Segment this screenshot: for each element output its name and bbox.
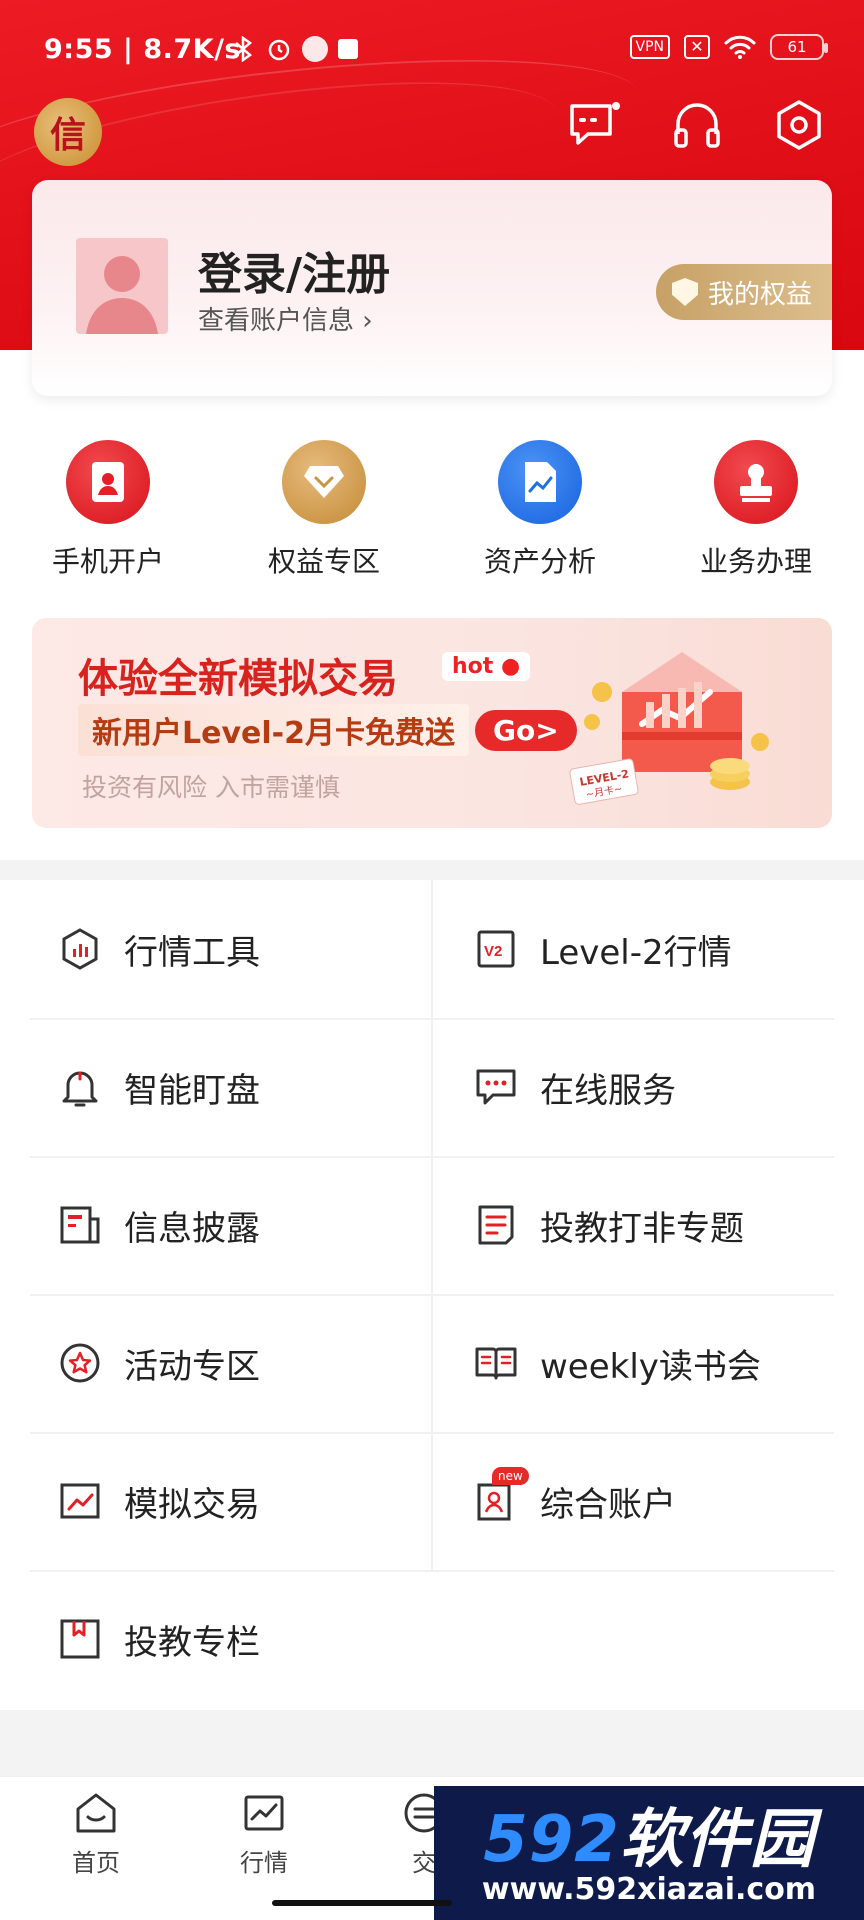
service-label: 综合账户 — [540, 1484, 676, 1525]
chart-icon — [244, 1795, 284, 1831]
chevron-right-icon: › — [362, 306, 373, 336]
news-icon — [58, 1203, 102, 1247]
battery-icon: 61 — [770, 34, 828, 60]
app-notification-icon — [302, 36, 328, 62]
id-card-icon — [66, 440, 150, 524]
service-label: 投教打非专题 — [540, 1208, 744, 1249]
document-icon — [474, 1203, 518, 1247]
login-register-title[interactable]: 登录/注册 — [198, 238, 390, 302]
quick-item-label: 资产分析 — [483, 545, 596, 578]
service-simulated-trading[interactable]: 模拟交易 — [58, 1432, 260, 1570]
brand-logo: 信 — [34, 98, 102, 166]
service-label: 智能盯盘 — [124, 1070, 260, 1111]
service-label: 活动专区 — [124, 1346, 260, 1387]
level2-icon: V2 — [474, 927, 518, 971]
message-icon[interactable] — [566, 96, 624, 154]
bookmark-icon — [58, 1617, 102, 1661]
vpn-icon: VPN — [629, 35, 670, 59]
quick-item-label: 手机开户 — [51, 545, 164, 578]
nav-label: 交 — [412, 1849, 436, 1877]
chat-icon — [474, 1065, 518, 1109]
avatar[interactable] — [76, 238, 168, 334]
service-label: 信息披露 — [124, 1208, 260, 1249]
nav-label: 行情 — [240, 1849, 288, 1877]
service-level2[interactable]: V2 Level-2行情 — [474, 880, 732, 1018]
service-label: 行情工具 — [124, 932, 260, 973]
sim-icon: ✕ — [684, 35, 710, 59]
risk-warning: 投资有风险 入市需谨慎 — [82, 773, 340, 802]
nav-label: 首页 — [72, 1849, 120, 1877]
banner-subtitle: 新用户Level-2月卡免费送 — [78, 704, 469, 756]
book-icon — [474, 1341, 518, 1385]
status-bar: 9:55 | 8.7K/s VPN ✕ 61 — [0, 28, 864, 72]
stamp-icon — [714, 440, 798, 524]
nav-home[interactable]: 首页 — [36, 1791, 156, 1878]
headset-icon[interactable] — [668, 96, 726, 154]
quick-item-asset-analysis[interactable]: 资产分析 — [432, 440, 648, 590]
banner-subtitle-row: 新用户Level-2月卡免费送 Go> — [78, 704, 577, 756]
market-tools-icon — [58, 927, 102, 971]
service-online-service[interactable]: 在线服务 — [474, 1018, 676, 1156]
new-badge: new — [492, 1467, 529, 1485]
service-market-tools[interactable]: 行情工具 — [58, 880, 260, 1018]
service-label: 在线服务 — [540, 1070, 676, 1111]
chart-doc-icon — [498, 440, 582, 524]
service-label: 模拟交易 — [124, 1484, 260, 1525]
svg-text:V2: V2 — [484, 943, 502, 960]
wifi-icon — [724, 35, 756, 59]
bell-icon — [58, 1065, 102, 1109]
quick-menu: 手机开户 权益专区 资产分析 业务办理 — [0, 440, 864, 590]
my-rights-label: 我的权益 — [708, 279, 813, 310]
diamond-icon — [282, 440, 366, 524]
service-investor-education[interactable]: 投教打非专题 — [474, 1156, 744, 1294]
quick-item-rights-zone[interactable]: 权益专区 — [216, 440, 432, 590]
account-info-label: 查看账户信息 — [198, 306, 355, 336]
services-grid: 行情工具 V2 Level-2行情 智能盯盘 在线服务 信息披露 投教打非专题 — [0, 880, 864, 1710]
account-info-link[interactable]: 查看账户信息 › — [198, 300, 373, 337]
service-weekly-reading[interactable]: weekly读书会 — [474, 1294, 761, 1432]
quick-item-open-account[interactable]: 手机开户 — [0, 440, 216, 590]
user-card[interactable]: 登录/注册 查看账户信息 › 我的权益 — [32, 180, 832, 396]
service-label: 投教专栏 — [124, 1622, 260, 1663]
alarm-icon — [268, 39, 290, 61]
grid-divider — [431, 880, 433, 1570]
service-comprehensive-account[interactable]: new 综合账户 — [474, 1432, 676, 1570]
home-icon — [76, 1793, 116, 1833]
watermark-logo: 592软件园 — [483, 1803, 815, 1877]
promo-banner[interactable]: 体验全新模拟交易 hot ● 新用户Level-2月卡免费送 Go> 投资有风险… — [32, 618, 832, 828]
header-actions — [566, 96, 828, 154]
shield-icon — [672, 278, 698, 306]
hot-badge: hot ● — [442, 652, 531, 681]
watermark: 592软件园 www.592xiazai.com — [434, 1786, 864, 1920]
service-info-disclosure[interactable]: 信息披露 — [58, 1156, 260, 1294]
status-time: 9:55 | 8.7K/s — [44, 34, 242, 65]
service-label: weekly读书会 — [540, 1346, 761, 1387]
service-label: Level-2行情 — [540, 932, 732, 973]
home-indicator[interactable] — [272, 1900, 452, 1906]
watermark-url: www.592xiazai.com — [481, 1872, 817, 1907]
status-right: VPN ✕ 61 — [629, 34, 828, 60]
gift-box-illustration: LEVEL-2 ~月卡~ — [569, 652, 769, 805]
settings-icon[interactable] — [770, 96, 828, 154]
quick-item-business[interactable]: 业务办理 — [648, 440, 864, 590]
banner-title: 体验全新模拟交易 — [78, 656, 398, 702]
quick-item-label: 业务办理 — [699, 545, 812, 578]
app-notification-icon — [338, 39, 358, 59]
star-icon — [58, 1341, 102, 1385]
my-rights-button[interactable]: 我的权益 — [656, 264, 832, 320]
nav-market[interactable]: 行情 — [204, 1791, 324, 1878]
service-smart-monitor[interactable]: 智能盯盘 — [58, 1018, 260, 1156]
bluetooth-off-icon — [235, 36, 253, 62]
account-icon: new — [474, 1467, 529, 1523]
status-notification-icons — [232, 36, 358, 62]
service-events[interactable]: 活动专区 — [58, 1294, 260, 1432]
flame-icon: ● — [500, 654, 521, 679]
trend-icon — [58, 1479, 102, 1523]
quick-item-label: 权益专区 — [267, 545, 380, 578]
service-education-column[interactable]: 投教专栏 — [58, 1570, 260, 1708]
